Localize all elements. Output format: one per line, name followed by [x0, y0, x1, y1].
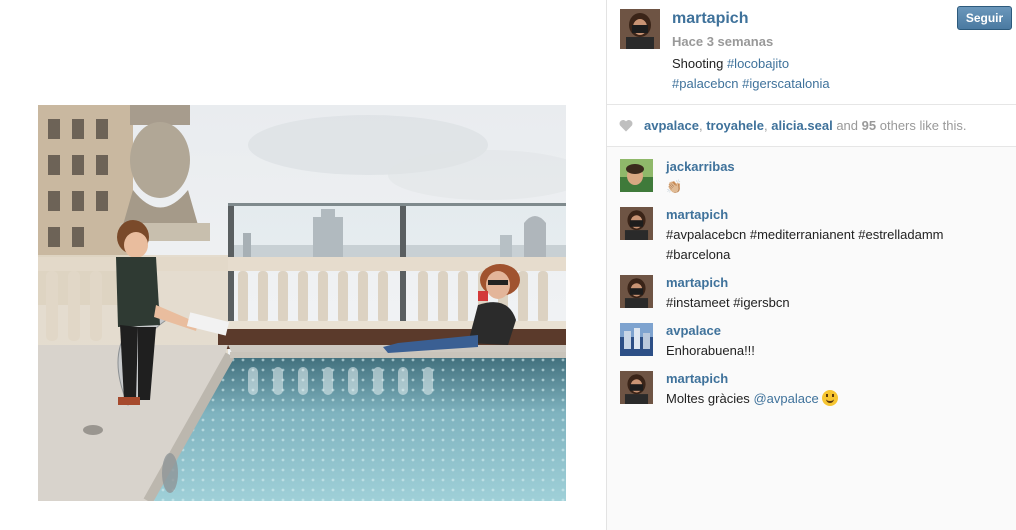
commenter-avatar-image: [620, 323, 653, 356]
post-caption: Shooting #locobajito #palacebcn #igersca…: [672, 54, 972, 94]
commenter-avatar[interactable]: [620, 323, 653, 356]
likes-bar: avpalace, troyahele, alicia.seal and 95 …: [607, 105, 1016, 147]
likes-suffix: others like this.: [879, 118, 967, 133]
comment-username[interactable]: jackarribas: [666, 159, 735, 174]
commenter-avatar-image: [620, 159, 653, 192]
caption-text: Shooting: [672, 56, 724, 71]
liker-username[interactable]: avpalace: [644, 118, 699, 133]
post-sidebar: martapich Hace 3 semanas Shooting #locob…: [606, 0, 1016, 530]
comment-text[interactable]: #instameet #igersbcn: [666, 293, 986, 313]
comment-username[interactable]: martapich: [666, 207, 728, 222]
follow-button[interactable]: Seguir: [957, 6, 1012, 30]
likes-summary: avpalace, troyahele, alicia.seal and 95 …: [644, 118, 966, 133]
caption-hashtag[interactable]: #igerscatalonia: [742, 76, 829, 91]
comment-text-body: Moltes gràcies: [666, 391, 750, 406]
comment-mention[interactable]: @avpalace: [753, 391, 818, 406]
commenter-avatar-image: [620, 275, 653, 308]
heart-icon[interactable]: [619, 119, 633, 132]
liker-username[interactable]: troyahele: [706, 118, 764, 133]
post-photo[interactable]: [38, 105, 566, 501]
commenter-avatar-image: [620, 207, 653, 240]
comment-text[interactable]: #avpalacebcn #mediterranianent #estrella…: [666, 225, 986, 265]
author-avatar[interactable]: [620, 9, 660, 49]
comment-text: Moltes gràcies @avpalace: [666, 389, 986, 409]
smile-emoji-icon: [822, 390, 839, 406]
commenter-avatar-image: [620, 371, 653, 404]
author-username[interactable]: martapich: [672, 10, 748, 28]
likes-separator: ,: [698, 118, 703, 133]
comment-username[interactable]: martapich: [666, 371, 728, 386]
commenter-avatar[interactable]: [620, 207, 653, 240]
comment-username[interactable]: avpalace: [666, 323, 721, 338]
comment-text: 👏🏼: [666, 179, 683, 194]
photo-area: [0, 0, 606, 530]
commenter-avatar[interactable]: [620, 275, 653, 308]
likes-count[interactable]: 95: [862, 118, 876, 133]
likes-and: and: [836, 118, 859, 133]
post-header: martapich Hace 3 semanas Shooting #locob…: [607, 0, 1016, 105]
caption-hashtag[interactable]: #palacebcn: [672, 76, 739, 91]
commenter-avatar[interactable]: [620, 159, 653, 192]
comment-text: Enhorabuena!!!: [666, 343, 755, 358]
commenter-avatar[interactable]: [620, 371, 653, 404]
author-avatar-image: [620, 9, 660, 49]
caption-hashtag[interactable]: #locobajito: [727, 56, 789, 71]
liker-username[interactable]: alicia.seal: [771, 118, 832, 133]
comment-username[interactable]: martapich: [666, 275, 728, 290]
rooftop-pool-photo: [38, 105, 566, 501]
likes-separator: ,: [764, 118, 768, 133]
post-time-ago: Hace 3 semanas: [672, 34, 774, 49]
